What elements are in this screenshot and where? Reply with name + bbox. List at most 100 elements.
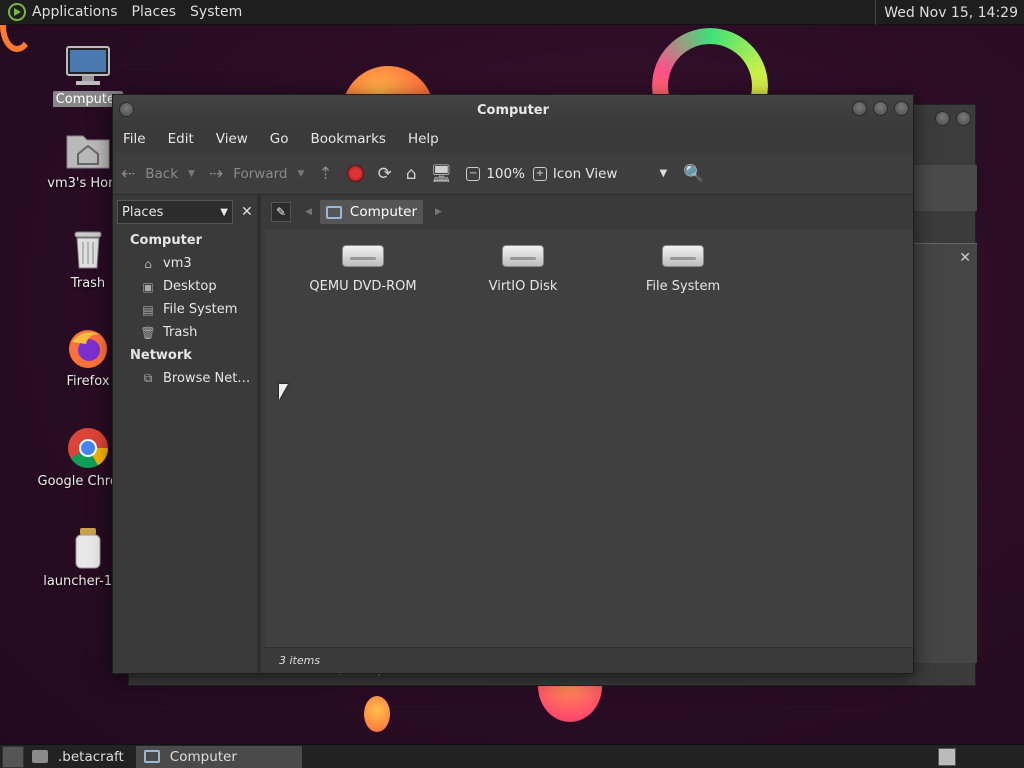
sidebar-group-network: Network xyxy=(130,348,192,363)
file-item-label: QEMU DVD-ROM xyxy=(309,279,417,294)
task-computer[interactable]: Computer xyxy=(135,745,302,768)
panel-menu-system[interactable]: System xyxy=(190,4,242,20)
file-item-qemu-dvd[interactable]: QEMU DVD-ROM xyxy=(283,241,443,294)
breadcrumb-label: Computer xyxy=(349,204,418,220)
minimize-button[interactable] xyxy=(852,101,867,116)
home-icon[interactable]: ⌂ xyxy=(406,164,417,184)
trash-icon xyxy=(74,231,102,269)
file-manager-window[interactable]: Computer File Edit View Go Bookmarks Hel… xyxy=(112,94,914,674)
back-history-dropdown-icon[interactable]: ▼ xyxy=(188,169,195,179)
view-mode-select[interactable]: Icon View ▼ xyxy=(553,166,667,182)
up-arrow-icon[interactable]: ⇡ xyxy=(318,164,332,184)
window-menu-button[interactable] xyxy=(119,102,134,117)
menu-help[interactable]: Help xyxy=(408,131,439,147)
jar-icon xyxy=(75,528,101,569)
zoom-out-icon[interactable]: − xyxy=(466,166,481,181)
top-panel: Applications Places System Wed Nov 15, 1… xyxy=(0,0,1024,25)
status-bar: 3 items xyxy=(265,647,913,673)
sidebar-item-label: Desktop xyxy=(163,279,217,294)
forward-label: Forward xyxy=(233,165,288,182)
pathbar: ✎ ◀ Computer ▶ xyxy=(265,195,913,229)
drive-icon: ▤ xyxy=(142,302,154,317)
home-folder-icon: ⌂ xyxy=(144,256,152,271)
window-title: Computer xyxy=(476,102,550,118)
bg-close-button[interactable] xyxy=(956,111,971,126)
chevron-down-icon: ▼ xyxy=(220,206,228,218)
mouse-cursor xyxy=(279,384,288,400)
bg-minimize-button[interactable] xyxy=(935,111,950,126)
sidebar-close-icon[interactable]: ✕ xyxy=(241,204,253,220)
search-icon[interactable]: 🔍 xyxy=(683,164,704,184)
sidebar: Places ▼ ✕ Computer ⌂ vm3 ▣ Desktop ▤ Fi… xyxy=(113,195,261,673)
sidebar-selector-label: Places xyxy=(122,204,164,220)
computer-icon xyxy=(325,205,342,219)
distro-logo-icon[interactable] xyxy=(8,3,26,21)
close-button[interactable] xyxy=(894,101,909,116)
firefox-icon xyxy=(69,330,107,368)
background-window-pane xyxy=(913,243,977,663)
task-label: Computer xyxy=(169,748,237,765)
computer-icon xyxy=(143,750,160,763)
path-scroll-left-icon[interactable]: ◀ xyxy=(305,207,312,217)
menu-file[interactable]: File xyxy=(123,131,146,147)
menubar: File Edit View Go Bookmarks Help xyxy=(113,125,913,153)
workspace-switcher[interactable] xyxy=(938,748,956,766)
file-item-label: File System xyxy=(645,279,721,294)
desktop-folder-icon: ▣ xyxy=(142,279,154,294)
zoom-in-icon[interactable]: + xyxy=(532,166,547,181)
arrow-left-icon: ⇠ xyxy=(121,163,136,184)
sidebar-item-label: Trash xyxy=(163,325,198,340)
arrow-right-icon: ⇢ xyxy=(208,163,224,184)
panel-menu-applications[interactable]: Applications xyxy=(32,4,118,20)
home-folder-icon xyxy=(66,135,110,169)
window-titlebar[interactable]: Computer xyxy=(113,95,913,125)
wallpaper-small-blob xyxy=(364,696,390,732)
sidebar-item-file-system[interactable]: ▤ File System xyxy=(113,298,257,321)
task-betacraft[interactable]: .betacraft xyxy=(24,746,132,768)
menu-go[interactable]: Go xyxy=(270,131,289,147)
panel-clock[interactable]: Wed Nov 15, 14:29 xyxy=(875,0,1024,25)
show-desktop-button[interactable] xyxy=(2,745,24,768)
stop-icon[interactable] xyxy=(346,165,364,182)
forward-history-dropdown-icon[interactable]: ▼ xyxy=(298,169,305,179)
menu-view[interactable]: View xyxy=(216,131,248,147)
breadcrumb-computer[interactable]: Computer xyxy=(319,200,424,224)
sidebar-item-label: vm3 xyxy=(163,256,192,271)
sidebar-item-desktop[interactable]: ▣ Desktop xyxy=(113,275,257,298)
sidebar-selector[interactable]: Places ▼ xyxy=(117,200,233,224)
hard-disk-icon xyxy=(502,241,544,271)
zoom-level: 100% xyxy=(486,165,525,182)
desktop-icon-label: Firefox xyxy=(66,374,110,389)
menu-bookmarks[interactable]: Bookmarks xyxy=(311,131,386,147)
menu-edit[interactable]: Edit xyxy=(168,131,194,147)
desktop-icon-label: Trash xyxy=(70,276,106,291)
icon-view[interactable]: QEMU DVD-ROM VirtIO Disk File System xyxy=(265,229,913,649)
chrome-icon xyxy=(68,428,108,468)
sidebar-item-label: Browse Net… xyxy=(163,371,251,386)
status-text: 3 items xyxy=(279,654,321,667)
file-item-virtio-disk[interactable]: VirtIO Disk xyxy=(443,241,603,294)
computer-icon[interactable]: 🖥 xyxy=(431,164,453,184)
bg-pane-close-icon[interactable]: ✕ xyxy=(959,250,971,266)
sidebar-item-trash[interactable]: 🗑 Trash xyxy=(113,321,257,344)
maximize-button[interactable] xyxy=(873,101,888,116)
view-mode-label: Icon View xyxy=(552,165,618,182)
path-scroll-right-icon[interactable]: ▶ xyxy=(435,207,442,217)
reload-icon[interactable]: ⟳ xyxy=(378,164,392,184)
back-button[interactable]: ⇠ Back ▼ xyxy=(121,164,195,184)
location-edit-icon[interactable]: ✎ xyxy=(271,202,291,222)
forward-button[interactable]: ⇢ Forward ▼ xyxy=(209,164,304,184)
monitor-icon xyxy=(66,46,110,85)
chevron-down-icon: ▼ xyxy=(659,168,668,179)
panel-menu-places[interactable]: Places xyxy=(132,4,177,20)
sidebar-item-vm3[interactable]: ⌂ vm3 xyxy=(113,252,257,275)
back-label: Back xyxy=(145,165,179,182)
network-icon: ⧉ xyxy=(143,371,153,385)
sidebar-item-label: File System xyxy=(163,302,238,317)
background-window-toolbar xyxy=(909,165,977,211)
window-body: Places ▼ ✕ Computer ⌂ vm3 ▣ Desktop ▤ Fi… xyxy=(113,195,913,673)
sidebar-item-browse-network[interactable]: ⧉ Browse Net… xyxy=(113,367,257,390)
file-item-label: VirtIO Disk xyxy=(488,279,558,294)
content-pane[interactable]: ✎ ◀ Computer ▶ QEMU DVD-ROM VirtIO Disk … xyxy=(265,195,913,673)
file-item-file-system[interactable]: File System xyxy=(603,241,763,294)
